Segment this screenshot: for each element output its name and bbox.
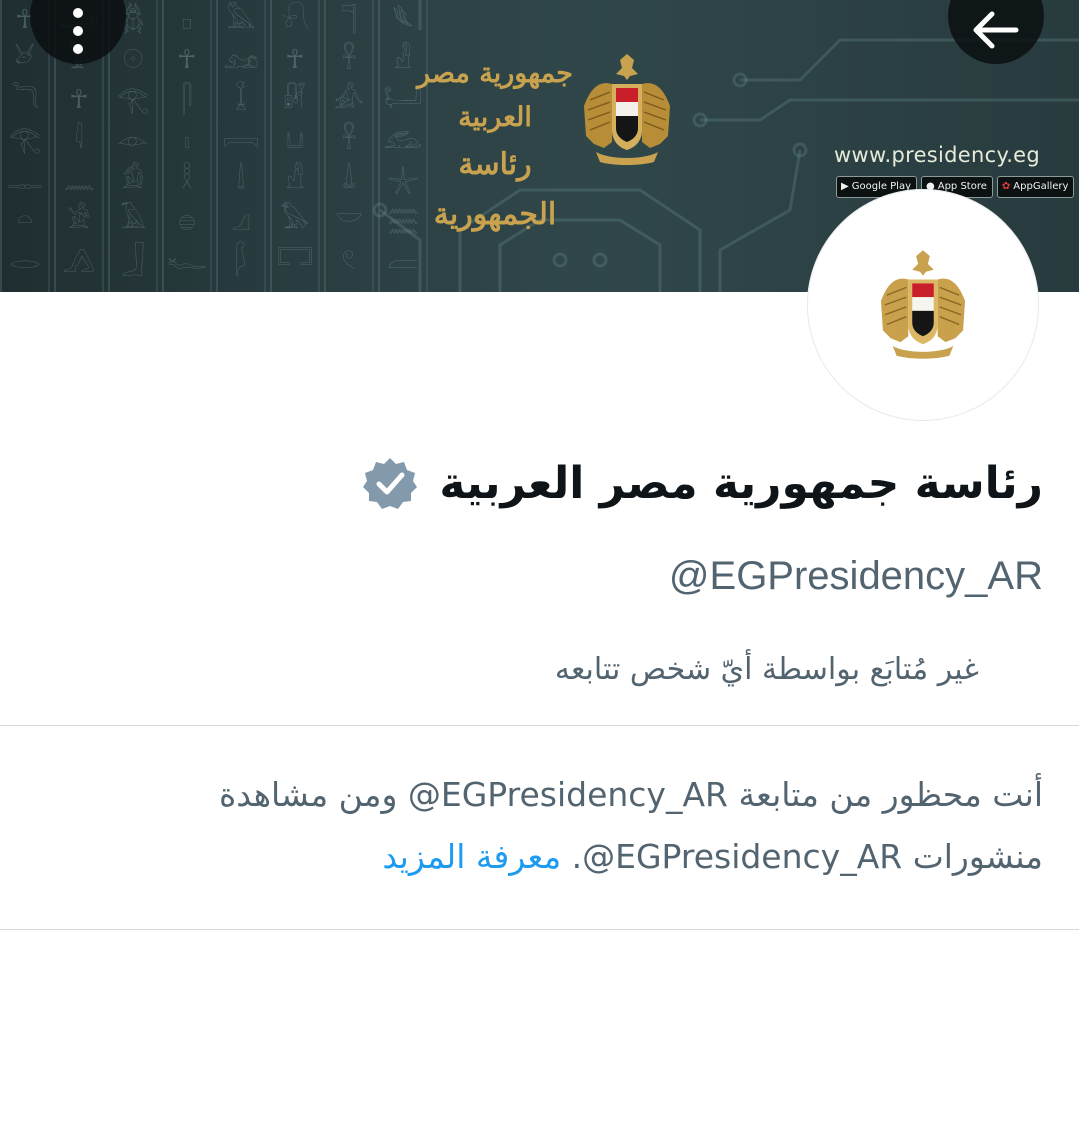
hieroglyph-column: 𓊹𓋹𓀉𓋹𓍑𓎟𓏲 bbox=[324, 0, 374, 292]
presidency-calligraphy-logo: جمهورية مصر العربية رئاسة الجمهورية bbox=[417, 58, 574, 232]
profile-display-name: رئاسة جمهورية مصر العربية bbox=[439, 457, 1043, 509]
profile-avatar[interactable] bbox=[807, 189, 1039, 421]
huawei-icon: ✿ bbox=[1001, 181, 1011, 192]
arrow-left-icon bbox=[973, 11, 1019, 49]
hieroglyph-column: 𓅓𓃭𓆼𓇯𓌃𓈎𓆄 bbox=[216, 0, 266, 292]
banner-website-url: www.presidency.eg bbox=[834, 143, 1041, 167]
google-play-icon: ▶ bbox=[841, 181, 849, 192]
learn-more-link[interactable]: معرفة المزيد bbox=[382, 837, 561, 876]
divider bbox=[0, 725, 1079, 726]
eagle-emblem-icon bbox=[880, 250, 966, 359]
appgallery-badge: ✿ AppGallery bbox=[996, 176, 1075, 198]
profile-handle: @EGPresidency_AR bbox=[668, 554, 1043, 598]
eagle-emblem-icon bbox=[584, 54, 670, 165]
follow-context-text: غير مُتابَع بواسطة أيّ شخص تتابعه bbox=[554, 652, 979, 687]
display-name-row: رئاسة جمهورية مصر العربية bbox=[363, 456, 1043, 510]
hieroglyph-column: 𓊪 ☥ 𓋴 𓏤 𓎛 𓐍 𓆑 bbox=[162, 0, 212, 292]
divider bbox=[0, 929, 1079, 930]
hieroglyph-column: 𓍯 ☥ 𓏞 𓂓 𓀭 𓅃 𓉐 bbox=[270, 0, 320, 292]
blocked-notice: أنت محظور من متابعة EGPresidency_AR@ ومن… bbox=[218, 775, 1043, 876]
more-vertical-icon bbox=[73, 8, 83, 54]
verified-badge-icon[interactable] bbox=[363, 456, 418, 510]
